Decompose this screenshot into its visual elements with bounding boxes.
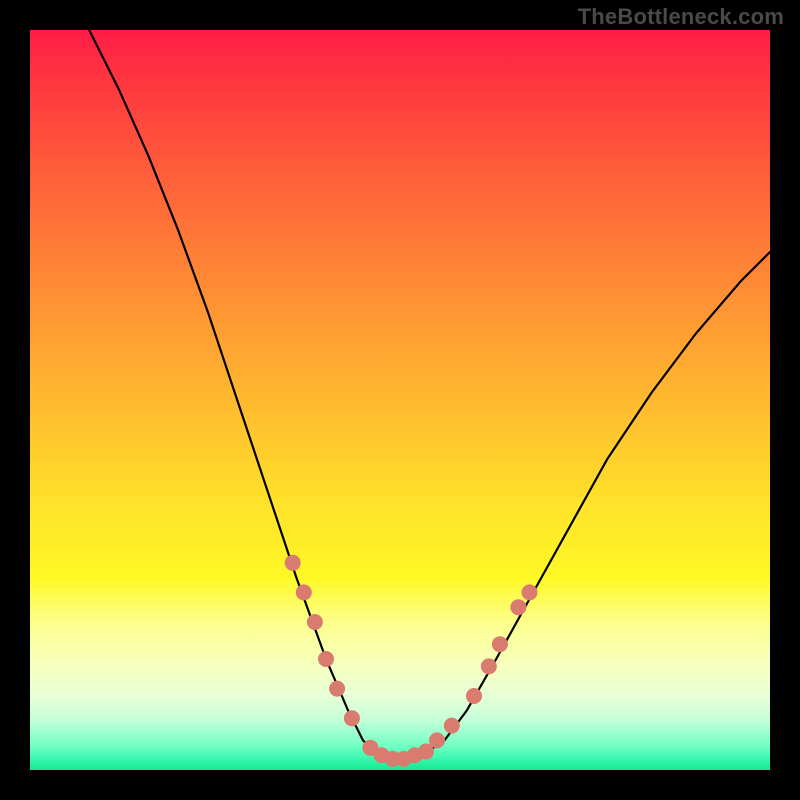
plot-area xyxy=(30,30,770,770)
data-dot xyxy=(444,718,460,734)
data-dot xyxy=(318,651,334,667)
chart-frame: TheBottleneck.com xyxy=(0,0,800,800)
data-dot xyxy=(296,584,312,600)
data-dot xyxy=(344,710,360,726)
data-dot xyxy=(466,688,482,704)
chart-svg xyxy=(30,30,770,770)
data-dot xyxy=(510,599,526,615)
data-dot xyxy=(481,658,497,674)
bottleneck-curve xyxy=(89,30,770,763)
watermark-text: TheBottleneck.com xyxy=(578,4,784,30)
data-dot xyxy=(492,636,508,652)
data-dot xyxy=(429,732,445,748)
data-dots-group xyxy=(285,555,538,767)
data-dot xyxy=(307,614,323,630)
data-dot xyxy=(285,555,301,571)
data-dot xyxy=(522,584,538,600)
data-dot xyxy=(329,681,345,697)
